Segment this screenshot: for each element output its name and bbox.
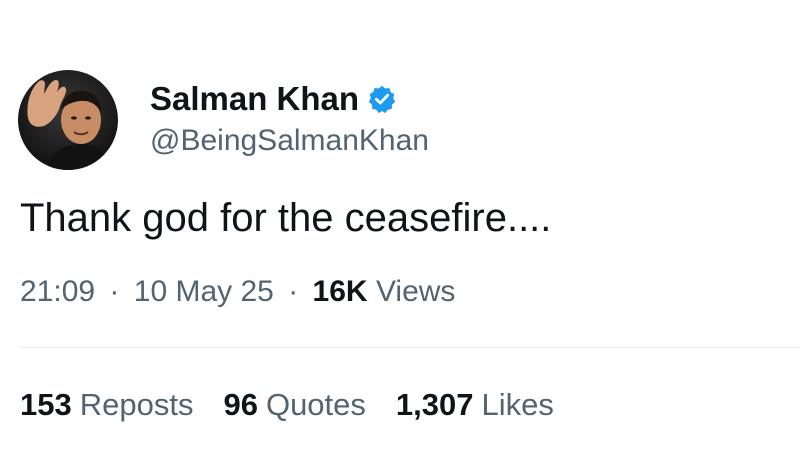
meta-separator: ·: [288, 275, 299, 308]
tweet-meta: 21:09 · 10 May 25 · 16K Views: [20, 272, 455, 312]
avatar[interactable]: [18, 70, 118, 170]
author-handle[interactable]: @BeingSalmanKhan: [150, 121, 429, 161]
quotes-stat[interactable]: 96 Quotes: [223, 385, 365, 425]
likes-stat[interactable]: 1,307 Likes: [396, 385, 554, 425]
likes-count: 1,307: [395, 387, 474, 422]
author-display-name[interactable]: Salman Khan: [150, 79, 359, 119]
reposts-count: 153: [20, 387, 72, 422]
meta-separator: ·: [109, 275, 120, 308]
likes-label: Likes: [481, 387, 554, 422]
tweet-stats: 153 Reposts 96 Quotes 1,307 Likes: [20, 385, 584, 425]
verified-badge-icon: [367, 84, 397, 114]
tweet-text: Thank god for the ceasefire....: [20, 196, 552, 240]
divider: [20, 347, 800, 348]
tweet-date[interactable]: 10 May 25: [134, 275, 274, 308]
views-count[interactable]: 16K: [313, 275, 368, 308]
quotes-label: Quotes: [265, 387, 366, 422]
quotes-count: 96: [223, 387, 258, 422]
views-label: Views: [375, 275, 456, 308]
tweet-card: Salman Khan @BeingSalmanKhan Thank god f…: [0, 0, 800, 450]
reposts-label: Reposts: [79, 387, 194, 422]
name-row: Salman Khan: [150, 79, 429, 119]
tweet-header: Salman Khan @BeingSalmanKhan: [18, 70, 429, 170]
tweet-time[interactable]: 21:09: [20, 275, 95, 308]
author-names: Salman Khan @BeingSalmanKhan: [150, 79, 429, 161]
reposts-stat[interactable]: 153 Reposts: [20, 385, 193, 425]
